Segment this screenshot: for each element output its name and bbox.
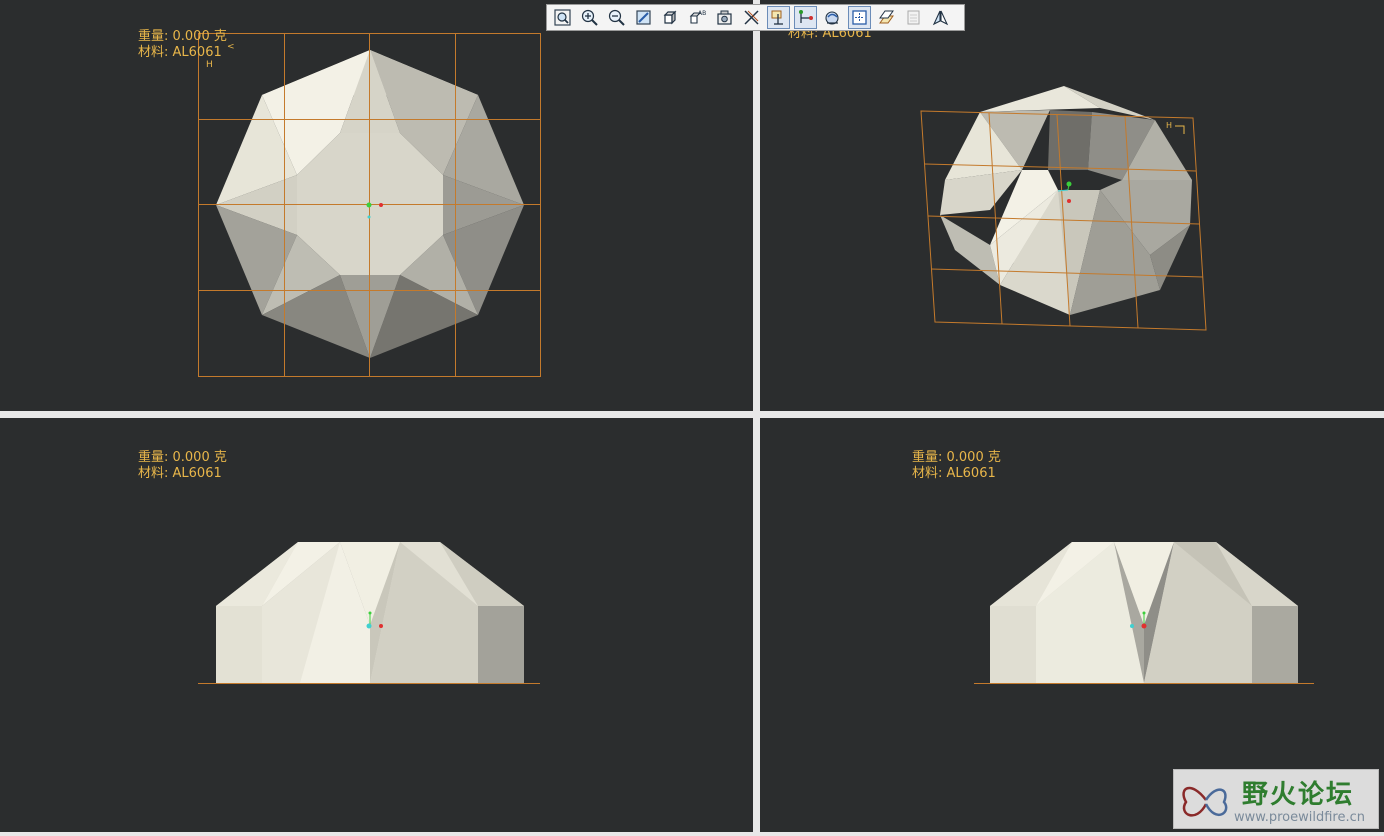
datum-axes-icon <box>771 10 783 25</box>
facet-inner <box>1048 110 1092 170</box>
model-tree-icon <box>932 10 949 26</box>
facet <box>940 215 1000 285</box>
datum-tag-leader <box>1175 125 1185 134</box>
material-label: 材料: AL6061 <box>912 466 996 481</box>
model-tree-button[interactable] <box>929 6 952 29</box>
view-manager-icon <box>717 10 732 25</box>
facet <box>478 606 524 683</box>
weight-label: 重量: 0.000 克 <box>138 29 227 44</box>
mass-properties: 重量: 0.000 克 材料: AL6061 <box>138 450 227 482</box>
datum-planes-icon <box>744 10 759 25</box>
butterfly-logo-icon <box>1182 786 1228 817</box>
facet <box>980 86 1100 112</box>
zoom-window-icon <box>554 9 571 26</box>
layer-icon <box>907 10 920 25</box>
datum-axes-button[interactable] <box>767 6 790 29</box>
viewport-isometric-view[interactable]: H 材料: AL6061 <box>760 0 1384 411</box>
datum-points-button[interactable] <box>794 6 817 29</box>
viewport-top-view[interactable]: < H 重量: 0.000 克 材料: AL6061 <box>0 0 753 411</box>
repaint-button[interactable] <box>632 6 655 29</box>
saved-views-button[interactable]: AB <box>686 6 709 29</box>
spin-center-icon <box>852 10 867 25</box>
watermark-url: www.proewildfire.cn <box>1234 810 1365 825</box>
model-isometric-view[interactable]: H <box>760 0 1384 411</box>
datum-points-icon <box>799 10 813 23</box>
facet <box>216 606 262 683</box>
layer-button[interactable] <box>902 6 925 29</box>
datum-tag: < <box>227 42 235 52</box>
datum-tag: H <box>1166 121 1172 130</box>
coordinate-systems-icon <box>825 11 839 25</box>
zoom-out-button[interactable] <box>605 6 628 29</box>
mass-properties: 重量: 0.000 克 材料: AL6061 <box>138 29 227 61</box>
zoom-in-button[interactable] <box>578 6 601 29</box>
forum-watermark: 野火论坛 www.proewildfire.cn <box>1173 769 1379 829</box>
weight-label: 重量: 0.000 克 <box>912 450 1001 465</box>
zoom-out-icon <box>608 9 625 26</box>
annotation-display-button[interactable] <box>875 6 898 29</box>
zoom-window-button[interactable] <box>551 6 574 29</box>
model-top-view[interactable]: < H <box>0 0 753 411</box>
svg-text:AB: AB <box>698 10 706 17</box>
saved-views-icon: AB <box>689 10 706 24</box>
spin-center-button[interactable] <box>848 6 871 29</box>
facet <box>990 606 1036 683</box>
material-label: 材料: AL6061 <box>138 45 222 60</box>
weight-label: 重量: 0.000 克 <box>138 450 227 465</box>
coordinate-systems-button[interactable] <box>821 6 844 29</box>
view-toolbar: AB <box>546 4 965 31</box>
datum-tag: H <box>206 60 213 70</box>
repaint-icon <box>636 10 651 25</box>
mass-properties: 重量: 0.000 克 材料: AL6061 <box>912 450 1001 482</box>
display-style-button[interactable] <box>659 6 682 29</box>
datum-planes-button[interactable] <box>740 6 763 29</box>
annotation-display-icon <box>879 10 894 24</box>
display-style-icon <box>663 10 677 25</box>
facet <box>1252 606 1298 683</box>
material-label: 材料: AL6061 <box>138 466 222 481</box>
watermark-title: 野火论坛 <box>1242 780 1355 810</box>
model-front-view[interactable] <box>0 418 753 832</box>
view-manager-button[interactable] <box>713 6 736 29</box>
zoom-in-icon <box>581 9 598 26</box>
viewport-front-view[interactable]: 重量: 0.000 克 材料: AL6061 <box>0 418 753 832</box>
